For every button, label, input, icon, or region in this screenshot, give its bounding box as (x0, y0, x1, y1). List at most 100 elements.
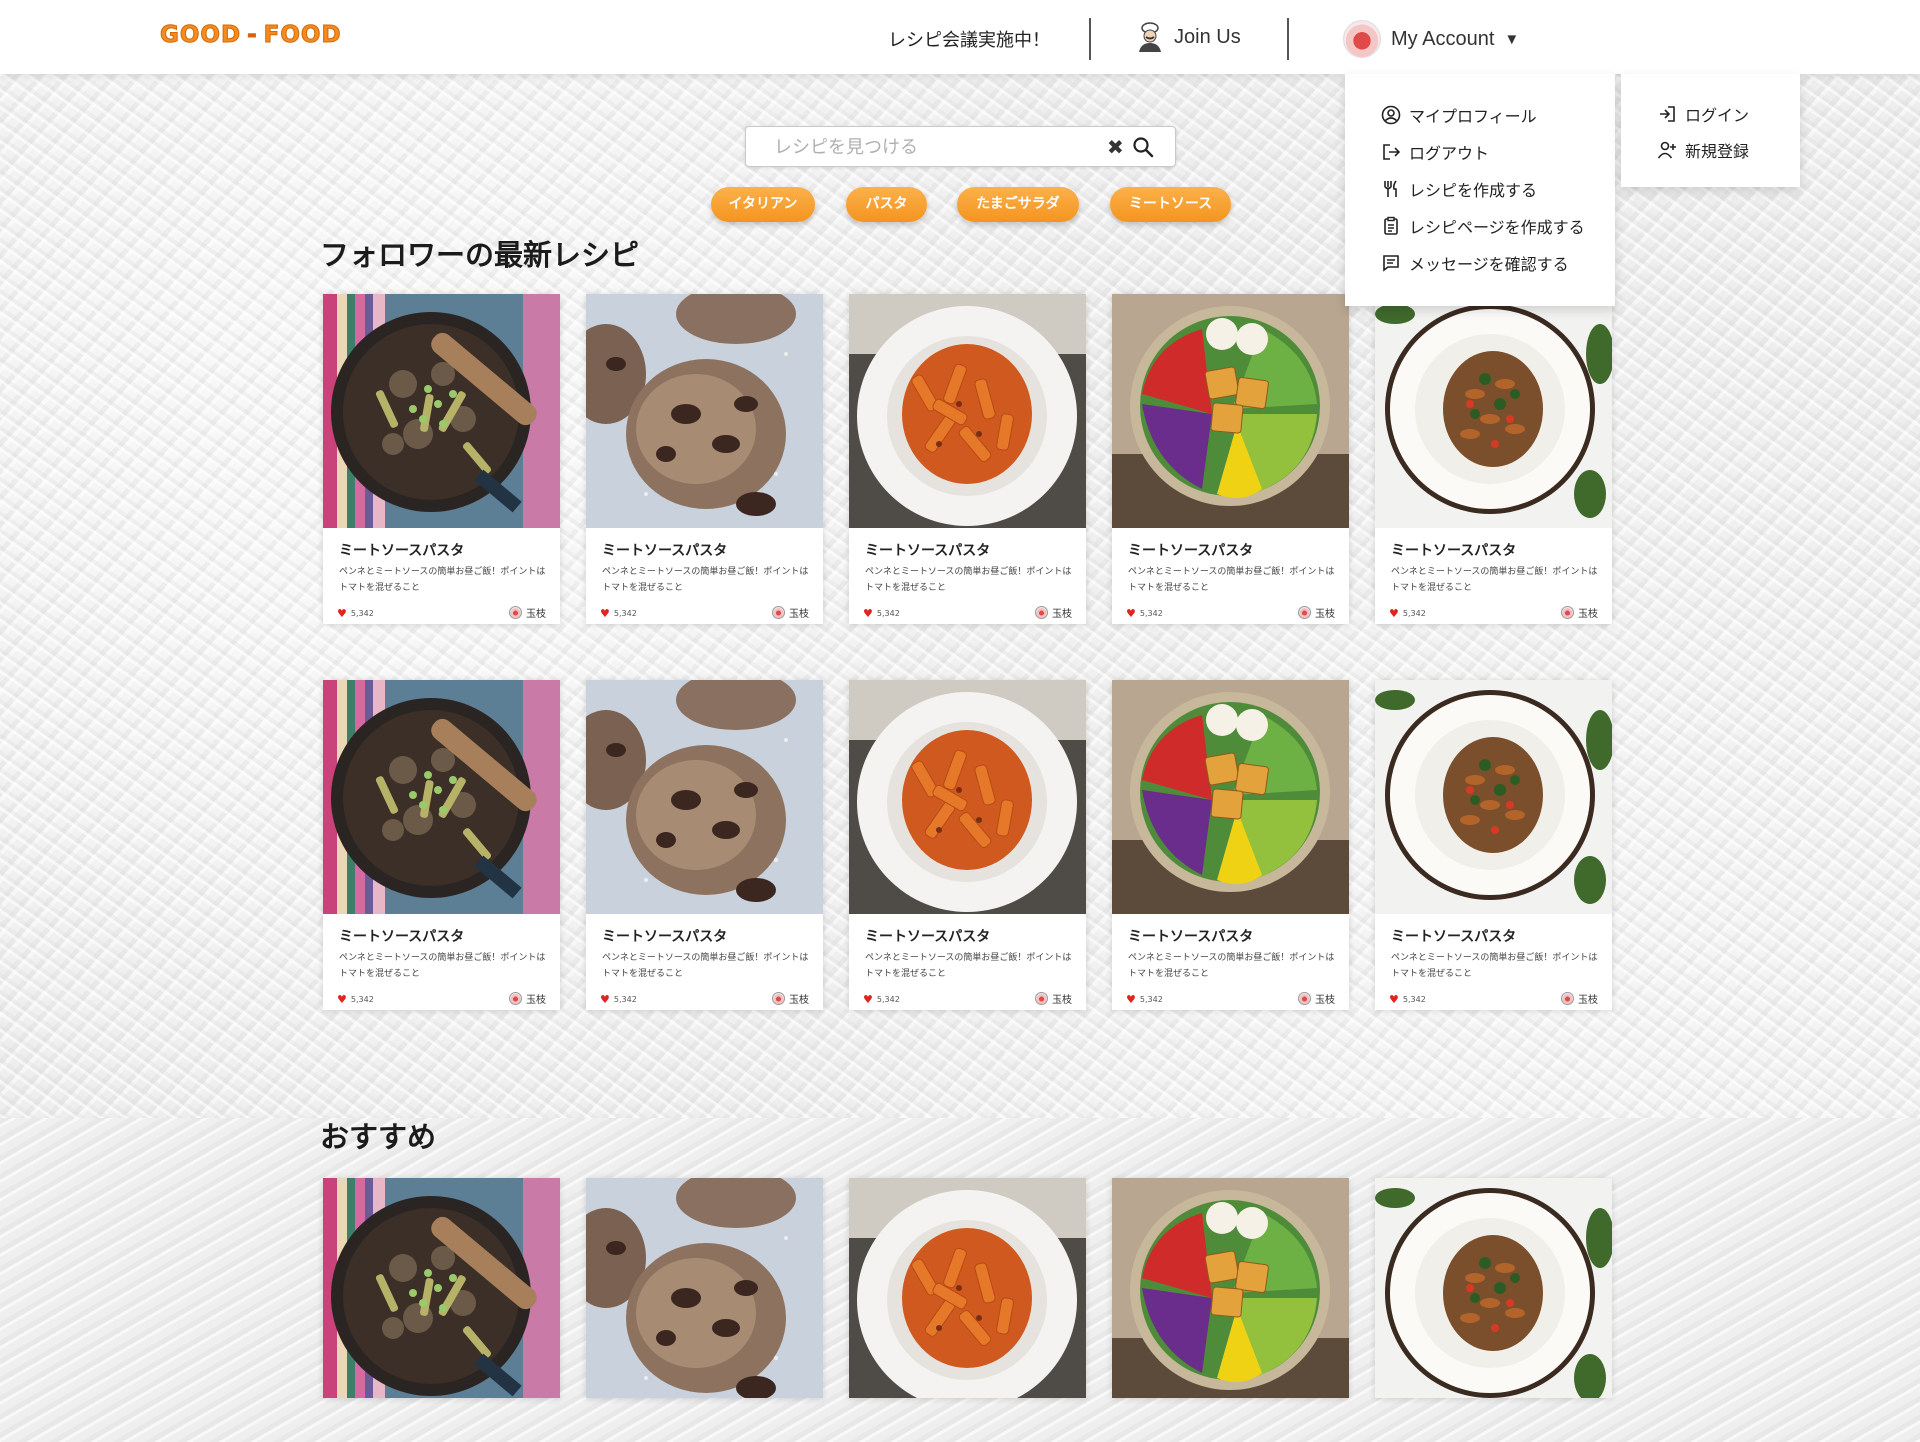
menu-item-my-profile[interactable]: マイプロフィール (1345, 96, 1615, 133)
logo-separator: - (247, 22, 258, 49)
likes-count[interactable]: ♥ 5,342 (1389, 994, 1426, 1005)
recipe-title: ミートソースパスタ (602, 543, 728, 559)
likes-count[interactable]: ♥ 5,342 (600, 994, 637, 1005)
recipe-card[interactable]: ミートソースパスタペンネとミートソースの簡単お昼ご飯！ポイントはトマトを混ぜるこ… (323, 1178, 560, 1398)
author-name: 玉枝 (789, 609, 809, 620)
user-circle-icon (1381, 105, 1401, 124)
author-avatar (1561, 606, 1574, 619)
account-dropdown-menu: マイプロフィール ログアウト レシピを作成する レシピページを作成する メッセー… (1345, 74, 1615, 306)
likes-count[interactable]: ♥ 5,342 (600, 608, 637, 619)
recipe-author[interactable]: 玉枝 (509, 991, 546, 1006)
menu-item-label: メッセージを確認する (1409, 254, 1569, 274)
recipe-card[interactable]: ミートソースパスタペンネとミートソースの簡単お昼ご飯！ポイントはトマトを混ぜるこ… (1375, 294, 1612, 624)
likes-count[interactable]: ♥ 5,342 (337, 608, 374, 619)
recipe-card[interactable]: ミートソースパスタペンネとミートソースの簡単お昼ご飯！ポイントはトマトを混ぜるこ… (1112, 1178, 1349, 1398)
my-account-toggle[interactable]: My Account ▼ (1343, 20, 1519, 58)
logo-text-food: FOOD (263, 22, 342, 49)
recipe-card[interactable]: ミートソースパスタペンネとミートソースの簡単お昼ご飯！ポイントはトマトを混ぜるこ… (849, 1178, 1086, 1398)
recipe-description: ペンネとミートソースの簡単お昼ご飯！ポイントはトマトを混ぜること (602, 567, 809, 593)
recipe-card[interactable]: ミートソースパスタペンネとミートソースの簡単お昼ご飯！ポイントはトマトを混ぜるこ… (586, 294, 823, 624)
likes-count[interactable]: ♥ 5,342 (1126, 994, 1163, 1005)
tag-italian[interactable]: イタリアン (711, 187, 815, 222)
recipe-image-chocolate-cookie (586, 680, 823, 914)
recipe-author[interactable]: 玉枝 (1298, 991, 1335, 1006)
recipe-image-chocolate-cookie (586, 1178, 823, 1398)
recipe-title: ミートソースパスタ (1391, 929, 1517, 945)
author-avatar (1035, 992, 1048, 1005)
recipe-card[interactable]: ミートソースパスタペンネとミートソースの簡単お昼ご飯！ポイントはトマトを混ぜるこ… (1375, 1178, 1612, 1398)
recipe-author[interactable]: 玉枝 (772, 605, 809, 620)
menu-item-register[interactable]: 新規登録 (1621, 132, 1800, 168)
recipe-card[interactable]: ミートソースパスタペンネとミートソースの簡単お昼ご飯！ポイントはトマトを混ぜるこ… (586, 1178, 823, 1398)
tag-egg-salad[interactable]: たまごサラダ (957, 187, 1079, 222)
likes-count[interactable]: ♥ 5,342 (863, 994, 900, 1005)
recipe-image-salad-bowl (1112, 1178, 1349, 1398)
recipe-description: ペンネとミートソースの簡単お昼ご飯！ポイントはトマトを混ぜること (339, 567, 546, 593)
recipe-title: ミートソースパスタ (339, 929, 465, 945)
recipe-author[interactable]: 玉枝 (1561, 605, 1598, 620)
likes-value: 5,342 (350, 609, 374, 618)
clear-icon[interactable]: ✖ (1107, 135, 1124, 159)
recipe-card[interactable]: ミートソースパスタペンネとミートソースの簡単お昼ご飯！ポイントはトマトを混ぜるこ… (849, 680, 1086, 1010)
site-logo[interactable]: GOOD - FOOD (159, 22, 342, 49)
recipe-card[interactable]: ミートソースパスタペンネとミートソースの簡単お昼ご飯！ポイントはトマトを混ぜるこ… (1112, 294, 1349, 624)
recipe-description: ペンネとミートソースの簡単お昼ご飯！ポイントはトマトを混ぜること (865, 953, 1072, 979)
likes-count[interactable]: ♥ 5,342 (863, 608, 900, 619)
menu-item-label: 新規登録 (1685, 142, 1750, 161)
join-us-button[interactable]: Join Us (1136, 22, 1241, 52)
search-icon[interactable] (1132, 136, 1154, 158)
recipe-author[interactable]: 玉枝 (772, 991, 809, 1006)
recipe-author[interactable]: 玉枝 (509, 605, 546, 620)
recipe-description: ペンネとミートソースの簡単お昼ご飯！ポイントはトマトを混ぜること (865, 567, 1072, 593)
menu-item-login[interactable]: ログイン (1621, 96, 1800, 132)
recipe-author[interactable]: 玉枝 (1035, 991, 1072, 1006)
search-input[interactable] (774, 135, 1094, 159)
recipe-description: ペンネとミートソースの簡単お昼ご飯！ポイントはトマトを混ぜること (1391, 567, 1598, 593)
heart-icon: ♥ (863, 607, 873, 620)
recipe-image-salad-bowl (1112, 680, 1349, 914)
likes-count[interactable]: ♥ 5,342 (1126, 608, 1163, 619)
recipe-card[interactable]: ミートソースパスタペンネとミートソースの簡単お昼ご飯！ポイントはトマトを混ぜるこ… (1112, 680, 1349, 1010)
user-plus-icon (1657, 141, 1676, 159)
heart-icon: ♥ (600, 993, 610, 1006)
likes-value: 5,342 (613, 995, 637, 1004)
menu-item-logout[interactable]: ログアウト (1345, 133, 1615, 170)
recipe-card[interactable]: ミートソースパスタペンネとミートソースの簡単お昼ご飯！ポイントはトマトを混ぜるこ… (323, 680, 560, 1010)
chevron-down-icon: ▼ (1504, 30, 1520, 48)
menu-item-label: ログアウト (1409, 143, 1490, 163)
likes-count[interactable]: ♥ 5,342 (337, 994, 374, 1005)
recipe-author[interactable]: 玉枝 (1035, 605, 1072, 620)
tag-meat-sauce[interactable]: ミートソース (1110, 187, 1231, 222)
tag-pasta[interactable]: パスタ (846, 187, 927, 222)
top-navbar: GOOD - FOOD レシピ会議実施中！ Join Us My Account ▼ (0, 0, 1920, 74)
announcement-link[interactable]: レシピ会議実施中！ (888, 26, 1050, 52)
recipe-title: ミートソースパスタ (1128, 543, 1254, 559)
avatar (1343, 20, 1381, 58)
recipe-author[interactable]: 玉枝 (1298, 605, 1335, 620)
heart-icon: ♥ (337, 993, 347, 1006)
recipe-description: ペンネとミートソースの簡単お昼ご飯！ポイントはトマトを混ぜること (1128, 953, 1335, 979)
likes-count[interactable]: ♥ 5,342 (1389, 608, 1426, 619)
recipe-search-box: ✖ (745, 126, 1176, 167)
recipe-card[interactable]: ミートソースパスタペンネとミートソースの簡単お昼ご飯！ポイントはトマトを混ぜるこ… (1375, 680, 1612, 1010)
recipe-description: ペンネとミートソースの簡単お昼ご飯！ポイントはトマトを混ぜること (339, 953, 546, 979)
author-name: 玉枝 (1052, 995, 1072, 1006)
recipe-card[interactable]: ミートソースパスタペンネとミートソースの簡単お昼ご飯！ポイントはトマトを混ぜるこ… (849, 294, 1086, 624)
recipe-author[interactable]: 玉枝 (1561, 991, 1598, 1006)
recipe-title: ミートソースパスタ (1128, 929, 1254, 945)
author-name: 玉枝 (526, 609, 546, 620)
recipe-card[interactable]: ミートソースパスタペンネとミートソースの簡単お昼ご飯！ポイントはトマトを混ぜるこ… (323, 294, 560, 624)
followers-section-title: フォロワーの最新レシピ (320, 238, 640, 272)
recipe-description: ペンネとミートソースの簡単お昼ご飯！ポイントはトマトを混ぜること (602, 953, 809, 979)
likes-value: 5,342 (613, 609, 637, 618)
likes-value: 5,342 (1139, 995, 1163, 1004)
menu-item-check-messages[interactable]: メッセージを確認する (1345, 244, 1615, 281)
heart-icon: ♥ (863, 993, 873, 1006)
recipe-card[interactable]: ミートソースパスタペンネとミートソースの簡単お昼ご飯！ポイントはトマトを混ぜるこ… (586, 680, 823, 1010)
menu-item-create-recipe[interactable]: レシピを作成する (1345, 170, 1615, 207)
heart-icon: ♥ (337, 607, 347, 620)
menu-item-create-recipe-page[interactable]: レシピページを作成する (1345, 207, 1615, 244)
heart-icon: ♥ (1389, 993, 1399, 1006)
logo-text-good: GOOD (159, 22, 242, 49)
recipe-image-stir-fry-pan (323, 1178, 560, 1398)
